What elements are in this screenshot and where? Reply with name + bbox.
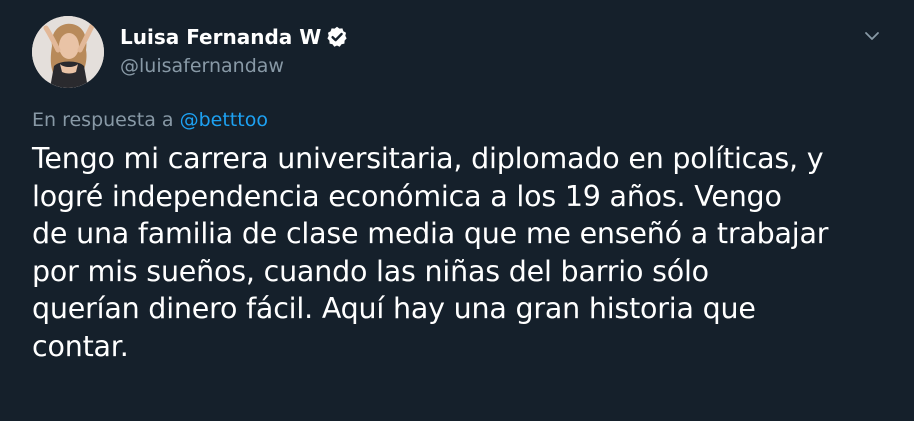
verified-badge-icon (325, 25, 349, 49)
display-name[interactable]: Luisa Fernanda W (120, 23, 321, 51)
tweet-text-line: Tengo mi carrera universitaria, diplomad… (32, 142, 824, 175)
tweet-text-line: querían dinero fácil. Aquí hay una gran … (32, 292, 756, 325)
reply-prefix: En respuesta a (32, 109, 174, 131)
author-handle[interactable]: @luisafernandaw (120, 53, 284, 79)
reply-context: En respuesta a @betttoo (32, 107, 268, 133)
chevron-down-icon[interactable] (860, 24, 884, 48)
tweet-text-line: contar. (32, 329, 129, 363)
tweet-text-line: por mis sueños, cuando las niñas del bar… (32, 254, 709, 288)
reply-mention-link[interactable]: @betttoo (180, 109, 268, 131)
author-name-row[interactable]: Luisa Fernanda W (120, 23, 349, 51)
tweet-text-line: de una familia de clase media que me ens… (32, 217, 829, 250)
tweet-text-line: logré independencia económica a los 19 a… (32, 179, 782, 213)
tweet-text: Tengo mi carrera universitaria, diplomad… (32, 140, 882, 365)
tweet-card: Luisa Fernanda W @luisafernandaw En resp… (0, 0, 914, 421)
avatar[interactable] (32, 16, 104, 88)
